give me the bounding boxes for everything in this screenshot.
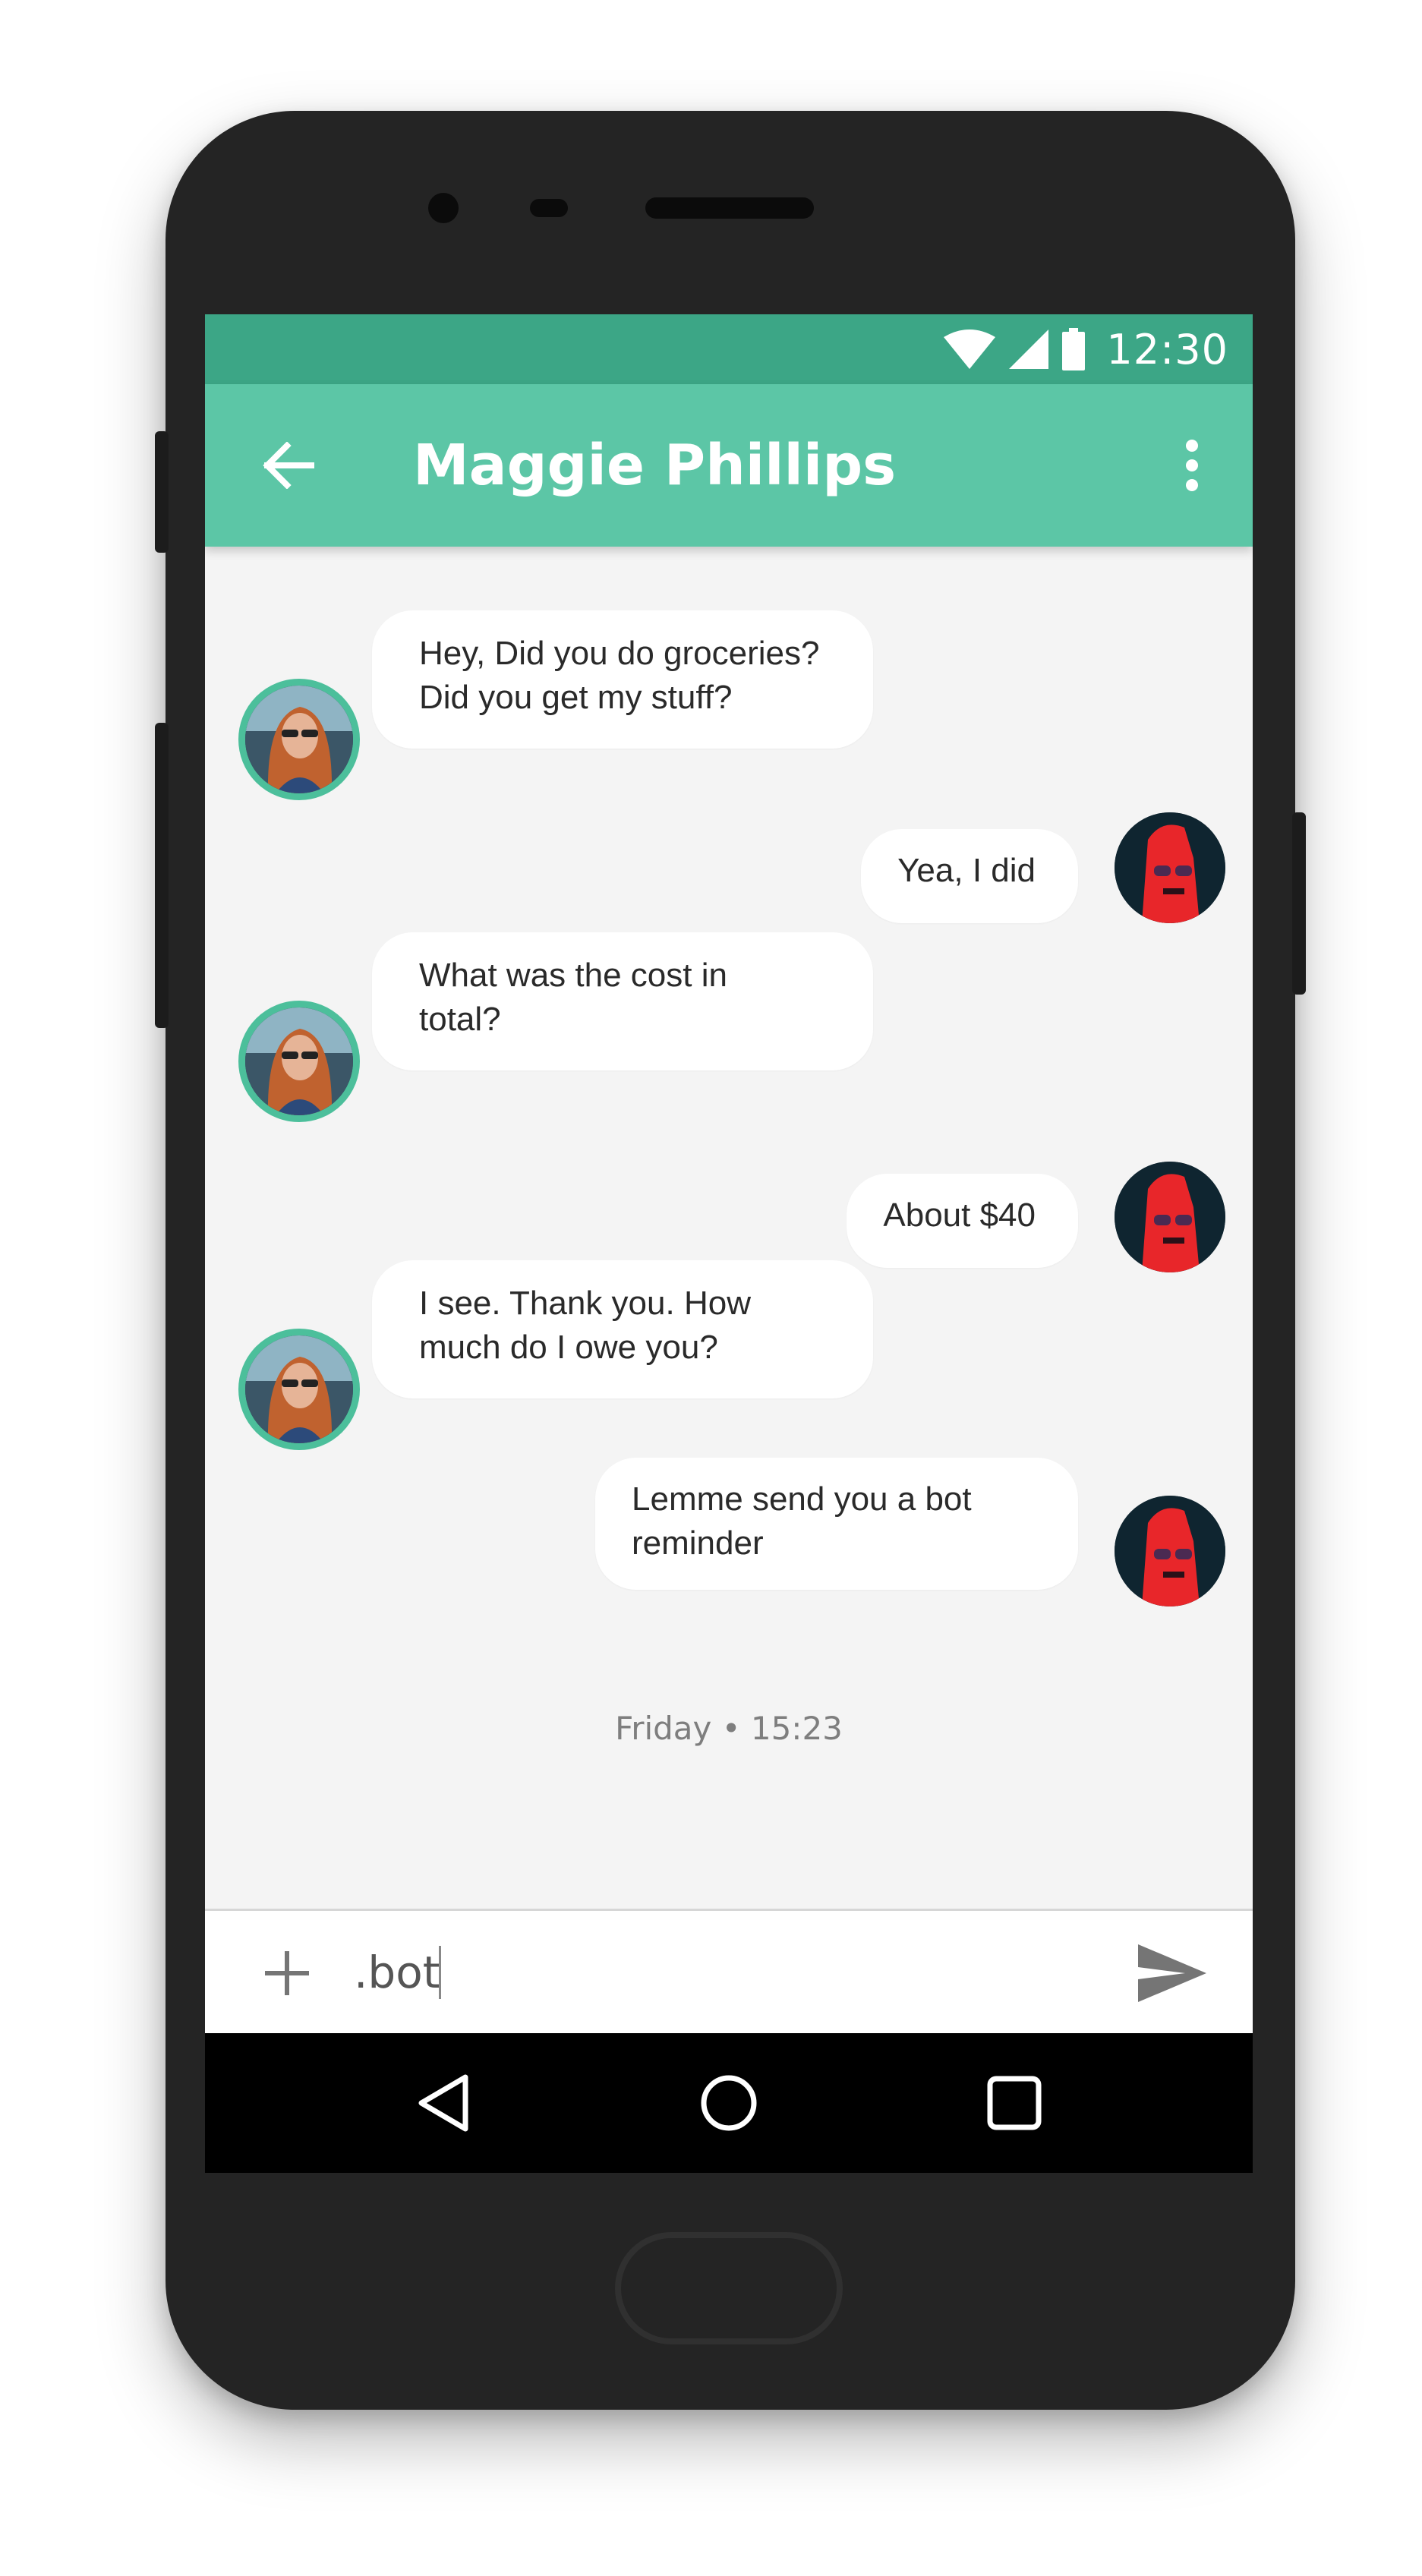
hardware-home-key [615, 2232, 843, 2344]
contact-avatar[interactable] [238, 1329, 360, 1450]
my-photo [1115, 1162, 1225, 1272]
volume-up-key [155, 431, 169, 553]
message-input[interactable] [354, 1931, 1037, 2014]
contact-photo [245, 686, 353, 793]
recent-square-icon [987, 2076, 1042, 2130]
front-camera [428, 193, 459, 223]
wifi-icon [944, 329, 996, 369]
earpiece-speaker [645, 197, 814, 219]
back-button[interactable] [254, 431, 322, 500]
contact-photo [245, 1007, 353, 1115]
message-list: Hey, Did you do groceries? Did you get m… [205, 547, 1253, 1909]
home-circle-icon [701, 2075, 757, 2131]
my-avatar[interactable] [1115, 812, 1225, 923]
status-bar: 12:30 [205, 314, 1253, 384]
back-triangle-icon [418, 2074, 468, 2132]
more-vertical-icon [1186, 440, 1198, 491]
power-key [1292, 812, 1306, 995]
nav-back-button[interactable] [405, 2065, 481, 2141]
message-bubble-outgoing[interactable]: About $40 [847, 1174, 1078, 1268]
screen: 12:30 Maggie Phillips Hey, Did you do gr… [205, 314, 1253, 2173]
send-button[interactable] [1134, 1937, 1210, 2010]
message-bubble-outgoing[interactable]: Yea, I did [861, 829, 1078, 923]
battery-icon [1062, 328, 1086, 370]
contact-avatar[interactable] [238, 1001, 360, 1122]
message-composer [205, 1909, 1253, 2033]
message-bubble-incoming[interactable]: Hey, Did you do groceries? Did you get m… [372, 610, 873, 749]
volume-down-key [155, 723, 169, 1028]
nav-home-button[interactable] [691, 2065, 767, 2141]
proximity-sensor [530, 199, 568, 217]
cellular-signal-icon [1009, 329, 1049, 369]
system-nav-bar [205, 2033, 1253, 2173]
status-icons: 12:30 [944, 314, 1228, 384]
conversation-title: Maggie Phillips [413, 433, 897, 498]
message-bubble-incoming[interactable]: What was the cost in total? [372, 932, 873, 1070]
message-bubble-outgoing[interactable]: Lemme send you a bot reminder [595, 1458, 1078, 1590]
text-caret [439, 1946, 441, 1999]
message-timestamp: Friday • 15:23 [615, 1710, 843, 1747]
my-avatar[interactable] [1115, 1162, 1225, 1272]
contact-avatar[interactable] [238, 679, 360, 800]
plus-icon [265, 1951, 309, 1995]
message-bubble-incoming[interactable]: I see. Thank you. How much do I owe you? [372, 1260, 873, 1398]
arrow-left-icon [263, 442, 314, 489]
nav-recents-button[interactable] [976, 2065, 1052, 2141]
attach-button[interactable] [254, 1940, 320, 2007]
contact-photo [245, 1335, 353, 1443]
my-photo [1115, 1496, 1225, 1606]
send-icon [1138, 1944, 1206, 2002]
app-bar: Maggie Phillips [205, 384, 1253, 547]
status-time: 12:30 [1106, 325, 1228, 374]
my-photo [1115, 812, 1225, 923]
my-avatar[interactable] [1115, 1496, 1225, 1606]
more-options-button[interactable] [1162, 431, 1222, 500]
